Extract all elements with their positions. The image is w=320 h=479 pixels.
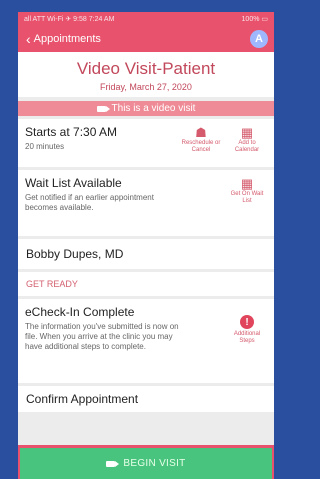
nav-bar: ‹ Appointments A xyxy=(18,26,274,52)
back-label: Appointments xyxy=(33,33,101,45)
reschedule-label: Reschedule or Cancel xyxy=(181,140,221,153)
begin-visit-button[interactable]: BEGIN VISIT xyxy=(20,448,272,479)
video-visit-banner-text: This is a video visit xyxy=(111,103,196,114)
echeckin-title: eCheck-In Complete xyxy=(25,305,135,319)
back-button[interactable]: ‹ Appointments xyxy=(26,32,101,46)
battery-status: 100% ▭ xyxy=(241,16,268,23)
video-camera-icon xyxy=(96,105,110,112)
status-left: all ATT Wi-Fi ✈ 9:58 7:24 AM xyxy=(24,16,115,23)
page-title: Video Visit-Patient xyxy=(76,59,216,78)
confirm-appointment-row[interactable]: Confirm Appointment xyxy=(18,386,274,412)
alert-icon: ! xyxy=(240,315,254,329)
phone-screen: all ATT Wi-Fi ✈ 9:58 7:24 AM 100% ▭ ‹ Ap… xyxy=(18,12,274,479)
video-visit-banner: This is a video visit xyxy=(18,101,274,116)
waitlist-title: Wait List Available xyxy=(25,176,122,190)
add-to-calendar-label: Add to Calendar xyxy=(234,140,260,153)
begin-visit-label: BEGIN VISIT xyxy=(123,458,186,469)
reschedule-cancel-button[interactable]: ☗ Reschedule or Cancel xyxy=(181,125,221,161)
avatar[interactable]: A xyxy=(250,30,268,48)
echeckin-description: The information you've submitted is now … xyxy=(25,322,179,351)
video-camera-icon xyxy=(106,460,120,467)
echeckin-card: eCheck-In Complete The information you'v… xyxy=(18,299,274,383)
duration: 20 minutes xyxy=(25,142,65,151)
waitlist-card: Wait List Available Get notified if an e… xyxy=(18,170,274,236)
add-to-calendar-button[interactable]: ▦ Add to Calendar xyxy=(227,125,267,161)
provider-name[interactable]: Bobby Dupes, MD xyxy=(18,239,274,269)
chevron-left-icon: ‹ xyxy=(26,31,31,47)
get-on-waitlist-label: Get On Wait List xyxy=(230,191,264,204)
start-time: Starts at 7:30 AM xyxy=(25,125,118,139)
calendar-icon: ▦ xyxy=(240,125,254,140)
visit-header: Video Visit-Patient Friday, March 27, 20… xyxy=(18,52,274,97)
additional-steps-label: Additional Steps xyxy=(233,331,261,344)
get-on-waitlist-button[interactable]: ▦ Get On Wait List xyxy=(227,176,267,230)
additional-steps-button[interactable]: ! Additional Steps xyxy=(227,315,267,377)
footer-bar: BEGIN VISIT xyxy=(18,445,274,479)
people-icon: ☗ xyxy=(195,125,207,140)
status-bar: all ATT Wi-Fi ✈ 9:58 7:24 AM 100% ▭ xyxy=(18,12,274,26)
visit-date: Friday, March 27, 2020 xyxy=(100,82,192,92)
waitlist-description: Get notified if an earlier appointment b… xyxy=(25,193,154,212)
get-ready-section-label: GET READY xyxy=(18,272,274,296)
appointment-time-card: Starts at 7:30 AM 20 minutes ☗ Reschedul… xyxy=(18,119,274,167)
calendar-icon: ▦ xyxy=(240,176,254,191)
